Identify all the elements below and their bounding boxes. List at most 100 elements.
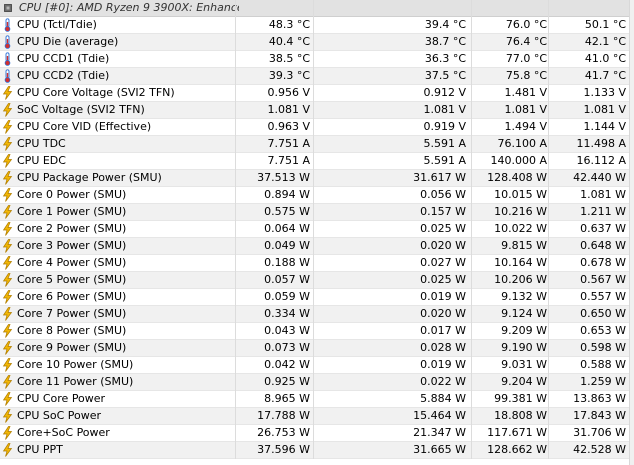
sensor-current-value: 0.042 W [264, 358, 310, 371]
sensor-min-value: 0.027 W [420, 256, 466, 269]
sensor-row[interactable]: CPU Core Power 8.965 W 5.884 W 99.381 W 13.8… [0, 391, 634, 408]
sensor-avg-value: 0.598 W [580, 341, 626, 354]
lightning-icon [2, 307, 13, 321]
sensor-current-value: 26.753 W [257, 426, 310, 439]
column-divider [471, 0, 472, 459]
lightning-icon [2, 375, 13, 389]
sensor-row[interactable]: Core 6 Power (SMU) 0.059 W 0.019 W 9.132 W 0… [0, 289, 634, 306]
sensor-name: Core 7 Power (SMU) [17, 307, 127, 320]
sensor-avg-value: 1.211 W [580, 205, 626, 218]
sensor-row[interactable]: Core 8 Power (SMU) 0.043 W 0.017 W 9.209 W 0… [0, 323, 634, 340]
sensor-max-value: 10.015 W [494, 188, 547, 201]
lightning-icon [2, 290, 13, 304]
sensor-name: CPU SoC Power [17, 409, 102, 422]
sensor-current-value: 0.188 W [264, 256, 310, 269]
sensor-name: Core 5 Power (SMU) [17, 273, 127, 286]
sensor-max-value: 9.204 W [501, 375, 547, 388]
sensor-row[interactable]: CPU Core VID (Effective) 0.963 V 0.919 V 1.… [0, 119, 634, 136]
sensor-name: CPU Package Power (SMU) [17, 171, 162, 184]
sensor-row[interactable]: CPU PPT 37.596 W 31.665 W 128.662 W 42.528 W [0, 442, 634, 459]
sensor-name: Core 0 Power (SMU) [17, 188, 127, 201]
sensor-min-value: 21.347 W [413, 426, 466, 439]
sensor-current-value: 0.963 V [267, 120, 310, 133]
sensor-name: SoC Voltage (SVI2 TFN) [17, 103, 145, 116]
sensor-max-value: 128.408 W [487, 171, 547, 184]
sensor-name: CPU EDC [17, 154, 66, 167]
sensor-name: Core+SoC Power [17, 426, 110, 439]
sensor-min-value: 31.665 W [413, 443, 466, 456]
thermometer-icon [4, 52, 11, 66]
sensor-name: CPU Core Voltage (SVI2 TFN) [17, 86, 175, 99]
sensor-row[interactable]: CPU Die (average) 40.4 °C 38.7 °C 76.4 °C 42… [0, 34, 634, 51]
sensor-max-value: 76.100 A [497, 137, 547, 150]
sensor-min-value: 0.020 W [420, 239, 466, 252]
sensor-min-value: 31.617 W [413, 171, 466, 184]
sensor-max-value: 9.190 W [501, 341, 547, 354]
sensor-current-value: 0.064 W [264, 222, 310, 235]
sensor-avg-value: 42.528 W [573, 443, 626, 456]
sensor-row[interactable]: Core 7 Power (SMU) 0.334 W 0.020 W 9.124 W 0… [0, 306, 634, 323]
lightning-icon [2, 188, 13, 202]
sensor-avg-value: 0.650 W [580, 307, 626, 320]
lightning-icon [2, 86, 13, 100]
sensor-row[interactable]: CPU SoC Power 17.788 W 15.464 W 18.808 W 17.… [0, 408, 634, 425]
sensor-row[interactable]: Core 0 Power (SMU) 0.894 W 0.056 W 10.015 W… [0, 187, 634, 204]
sensor-name: Core 10 Power (SMU) [17, 358, 134, 371]
sensor-min-value: 5.884 W [420, 392, 466, 405]
sensor-name: CPU CCD2 (Tdie) [17, 69, 110, 82]
sensor-row[interactable]: CPU TDC 7.751 A 5.591 A 76.100 A 11.498 A [0, 136, 634, 153]
sensor-group-header[interactable]: CPU [#0]: AMD Ryzen 9 3900X: Enhanced [0, 0, 634, 17]
sensor-name: CPU Die (average) [17, 35, 119, 48]
sensor-row[interactable]: Core 4 Power (SMU) 0.188 W 0.027 W 10.164 W… [0, 255, 634, 272]
lightning-icon [2, 154, 13, 168]
sensor-min-value: 15.464 W [413, 409, 466, 422]
sensor-row[interactable]: Core 10 Power (SMU) 0.042 W 0.019 W 9.031 W… [0, 357, 634, 374]
column-divider [235, 0, 236, 459]
sensor-row[interactable]: Core 9 Power (SMU) 0.073 W 0.028 W 9.190 W 0… [0, 340, 634, 357]
sensor-avg-value: 42.1 °C [584, 35, 626, 48]
sensor-avg-value: 0.678 W [580, 256, 626, 269]
sensor-name: Core 3 Power (SMU) [17, 239, 127, 252]
sensor-row[interactable]: CPU Core Voltage (SVI2 TFN) 0.956 V 0.912 … [0, 85, 634, 102]
sensor-max-value: 128.662 W [487, 443, 547, 456]
sensor-name: CPU Core VID (Effective) [17, 120, 152, 133]
sensor-min-value: 1.081 V [423, 103, 466, 116]
sensor-current-value: 38.5 °C [268, 52, 310, 65]
chip-icon [4, 4, 12, 12]
sensor-row[interactable]: CPU (Tctl/Tdie) 48.3 °C 39.4 °C 76.0 °C 50.1… [0, 17, 634, 34]
sensor-current-value: 0.925 W [264, 375, 310, 388]
lightning-icon [2, 239, 13, 253]
sensor-min-value: 39.4 °C [424, 18, 466, 31]
sensor-group-title: CPU [#0]: AMD Ryzen 9 3900X: Enhanced [19, 1, 239, 14]
sensor-current-value: 0.059 W [264, 290, 310, 303]
sensor-max-value: 18.808 W [494, 409, 547, 422]
lightning-icon [2, 358, 13, 372]
sensor-current-value: 17.788 W [257, 409, 310, 422]
sensor-row[interactable]: CPU Package Power (SMU) 37.513 W 31.617 W 1… [0, 170, 634, 187]
sensor-current-value: 48.3 °C [268, 18, 310, 31]
sensor-row[interactable]: Core+SoC Power 26.753 W 21.347 W 117.671 W 3… [0, 425, 634, 442]
sensor-name: CPU TDC [17, 137, 66, 150]
sensor-max-value: 140.000 A [490, 154, 547, 167]
sensor-row[interactable]: Core 2 Power (SMU) 0.064 W 0.025 W 10.022 W… [0, 221, 634, 238]
sensor-row[interactable]: Core 11 Power (SMU) 0.925 W 0.022 W 9.204 W… [0, 374, 634, 391]
sensor-min-value: 0.022 W [420, 375, 466, 388]
scrollbar[interactable] [629, 0, 634, 465]
sensor-avg-value: 0.637 W [580, 222, 626, 235]
sensor-row[interactable]: Core 5 Power (SMU) 0.057 W 0.025 W 10.206 W… [0, 272, 634, 289]
sensor-avg-value: 0.653 W [580, 324, 626, 337]
thermometer-icon [4, 35, 11, 49]
sensor-row[interactable]: CPU EDC 7.751 A 5.591 A 140.000 A 16.112 A [0, 153, 634, 170]
sensor-min-value: 38.7 °C [424, 35, 466, 48]
sensor-row[interactable]: CPU CCD2 (Tdie) 39.3 °C 37.5 °C 75.8 °C 41.7… [0, 68, 634, 85]
lightning-icon [2, 120, 13, 134]
lightning-icon [2, 341, 13, 355]
sensor-name: Core 4 Power (SMU) [17, 256, 127, 269]
sensor-min-value: 0.020 W [420, 307, 466, 320]
sensor-row[interactable]: Core 3 Power (SMU) 0.049 W 0.020 W 9.815 W 0… [0, 238, 634, 255]
sensor-row[interactable]: CPU CCD1 (Tdie) 38.5 °C 36.3 °C 77.0 °C 41.0… [0, 51, 634, 68]
sensor-row[interactable]: SoC Voltage (SVI2 TFN) 1.081 V 1.081 V 1.08… [0, 102, 634, 119]
sensor-row[interactable]: Core 1 Power (SMU) 0.575 W 0.157 W 10.216 W… [0, 204, 634, 221]
sensor-min-value: 37.5 °C [424, 69, 466, 82]
sensor-max-value: 9.815 W [501, 239, 547, 252]
